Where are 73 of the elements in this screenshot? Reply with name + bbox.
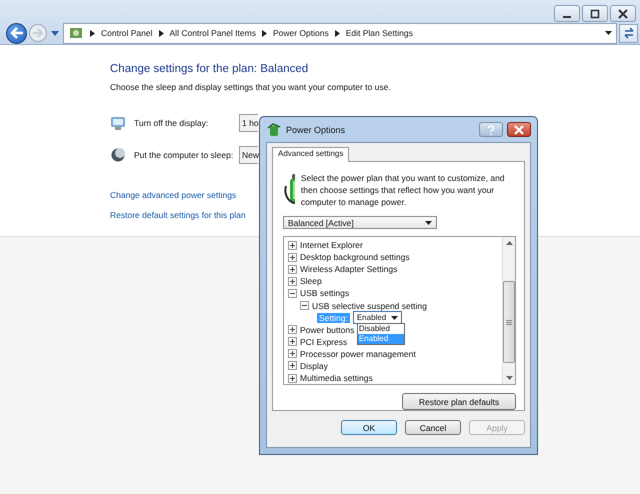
expander-icon[interactable]: [288, 361, 297, 370]
maximize-icon: [589, 8, 601, 18]
tree-item[interactable]: Display: [300, 360, 328, 371]
expander-icon[interactable]: [288, 240, 297, 250]
setting-dropdown[interactable]: New: [239, 146, 258, 164]
expander-icon[interactable]: [288, 349, 297, 358]
dialog-button[interactable]: OK: [341, 420, 397, 435]
dropdown-icon: [425, 220, 432, 224]
expander-icon[interactable]: [288, 252, 297, 262]
expander-icon[interactable]: [288, 337, 297, 346]
setting-label: Setting:: [317, 312, 350, 323]
close-button[interactable]: [610, 5, 636, 22]
monitor-icon: [110, 115, 126, 131]
close-icon: [617, 8, 629, 18]
setting-dropdown[interactable]: Enabled: [352, 311, 402, 324]
breadcrumb-item[interactable]: Control Panel: [101, 28, 153, 38]
moon-icon: [110, 147, 126, 163]
expander-icon[interactable]: [288, 374, 297, 383]
back-arrow-icon: [10, 27, 24, 39]
page-title: Change settings for the plan: Balanced: [110, 63, 310, 75]
expander-icon[interactable]: [300, 301, 309, 310]
setting-label: Turn off the display:: [134, 118, 210, 128]
setting-label: Put the computer to sleep:: [134, 150, 234, 160]
instructions-text: Select the power plan that you want to customize, and then choose settings that reflect how you want your computer to manage power.: [300, 172, 506, 208]
grip-icon: [506, 320, 512, 324]
breadcrumb-item[interactable]: Power Options: [272, 28, 329, 38]
expander-icon[interactable]: [288, 325, 297, 334]
breadcrumb-item[interactable]: All Control Panel Items: [170, 28, 256, 38]
chevron-icon: [262, 30, 267, 36]
tree-item[interactable]: Sleep: [300, 276, 322, 286]
control-panel-icon: [68, 25, 84, 41]
page-description: Choose the sleep and display settings that you want your computer to use.: [110, 82, 392, 92]
tree-item[interactable]: Multimedia settings: [300, 373, 373, 384]
expander-icon[interactable]: [288, 288, 297, 298]
link[interactable]: Restore default settings for this plan: [110, 210, 246, 220]
restore-defaults-button[interactable]: Restore plan defaults: [402, 393, 516, 410]
dialog-button[interactable]: Cancel: [405, 420, 461, 435]
back-button[interactable]: [6, 22, 27, 44]
tree-item[interactable]: PCI Express: [300, 336, 348, 347]
address-bar[interactable]: Control Panel All Control Panel Items Power Options Edit Plan Settings: [63, 22, 617, 44]
tree-item[interactable]: Processor power management: [300, 348, 416, 359]
chevron-icon: [334, 30, 340, 36]
dropdown-icon[interactable]: [605, 31, 612, 35]
maximize-button[interactable]: [582, 5, 608, 22]
forward-arrow-icon: [32, 28, 44, 38]
tree-item[interactable]: Internet Explorer: [300, 240, 363, 250]
dropdown-icon: [391, 316, 398, 320]
scrollbar[interactable]: [502, 237, 515, 384]
question-mark-icon: [487, 124, 495, 134]
dropdown-option[interactable]: Disabled: [358, 324, 404, 334]
scroll-up-icon: [506, 241, 512, 245]
minimize-button[interactable]: [554, 5, 580, 22]
tab[interactable]: Advanced settings: [272, 147, 350, 162]
expander-icon[interactable]: [288, 276, 297, 286]
setting-dropdown[interactable]: 1 ho: [239, 114, 258, 132]
close-button[interactable]: [507, 122, 531, 137]
minimize-icon: [563, 16, 571, 18]
refresh-button[interactable]: [619, 24, 638, 42]
breadcrumb-item[interactable]: Edit Plan Settings: [346, 28, 413, 38]
scroll-down-icon: [506, 376, 512, 380]
refresh-icon: [622, 27, 634, 39]
tree-item[interactable]: USB settings: [300, 288, 350, 298]
tree-item[interactable]: Wireless Adapter Settings: [300, 264, 398, 274]
dialog-title: Power Options: [286, 124, 346, 134]
plan-dropdown[interactable]: Balanced [Active]: [283, 216, 437, 229]
tree-item[interactable]: Desktop background settings: [300, 252, 410, 262]
chevron-icon: [158, 30, 164, 36]
tree-item[interactable]: USB selective suspend setting: [312, 300, 427, 311]
close-icon: [513, 124, 525, 134]
tree-item[interactable]: Power buttons: [300, 324, 354, 335]
chevron-icon: [90, 30, 95, 36]
expander-icon[interactable]: [288, 264, 297, 274]
link[interactable]: Change advanced power settings: [110, 190, 236, 200]
